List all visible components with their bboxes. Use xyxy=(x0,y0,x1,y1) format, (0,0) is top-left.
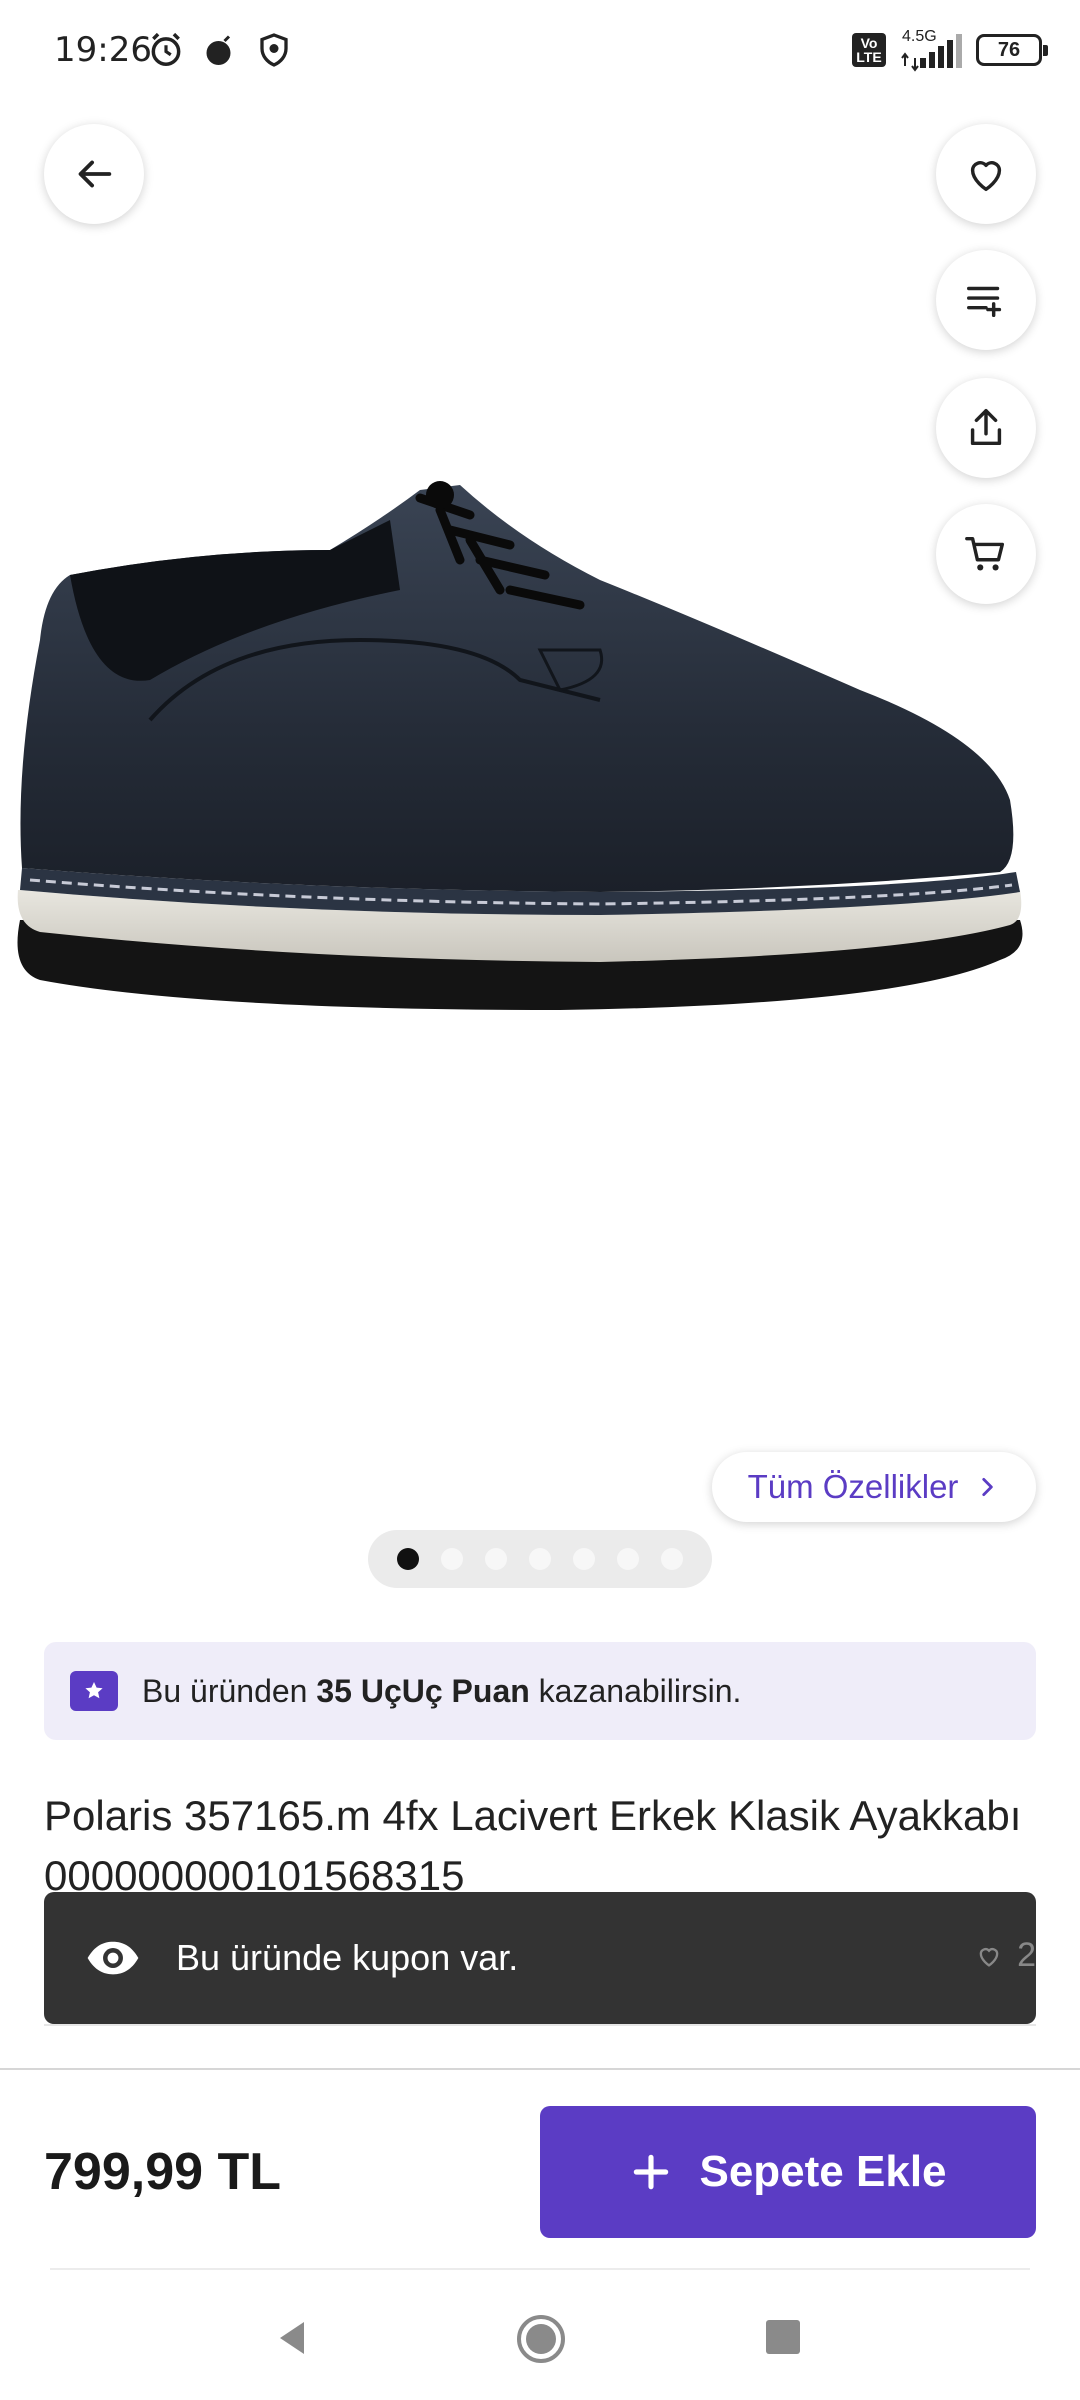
favorite-count: 2 xyxy=(975,1936,1036,1975)
add-to-list-button[interactable] xyxy=(936,250,1036,350)
points-suffix: kazanabilirsin. xyxy=(538,1672,742,1709)
all-features-button[interactable]: Tüm Özellikler xyxy=(712,1452,1036,1522)
system-navigation-bar xyxy=(0,2272,1080,2400)
product-image[interactable] xyxy=(0,120,1080,1420)
heart-icon xyxy=(979,1947,999,1967)
volte-badge: Vo LTE xyxy=(852,33,886,67)
points-highlight: 35 UçUç Puan xyxy=(316,1672,530,1709)
eye-icon xyxy=(87,1941,139,1975)
share-icon xyxy=(970,409,1002,446)
signal-icon: 4.5G xyxy=(896,28,966,72)
heart-icon xyxy=(970,161,1002,192)
product-detail-page: 19:26 Vo LTE 4.5G 76 Tüm Özellikler Bu ü… xyxy=(0,0,1080,2400)
points-prefix: Bu üründen xyxy=(142,1672,308,1709)
playlist-add-icon xyxy=(967,286,1002,318)
toast-message: Bu üründe kupon var. xyxy=(176,1937,519,1978)
pagination-dot[interactable] xyxy=(573,1548,595,1570)
favorite-button[interactable] xyxy=(936,124,1036,224)
star-badge-icon xyxy=(70,1671,118,1711)
image-pagination[interactable] xyxy=(368,1530,712,1588)
pagination-dot[interactable] xyxy=(441,1548,463,1570)
share-button[interactable] xyxy=(936,378,1036,478)
arrow-left-icon xyxy=(78,160,112,188)
nav-back-button[interactable] xyxy=(272,2318,312,2358)
purchase-bar: 799,99 TL Sepete Ekle xyxy=(0,2068,1080,2268)
status-notification-icons xyxy=(146,30,294,70)
status-system-icons: Vo LTE 4.5G 76 xyxy=(852,28,1048,72)
product-title: Polaris 357165.m 4fx Lacivert Erkek Klas… xyxy=(44,1792,1022,1899)
add-to-cart-label: Sepete Ekle xyxy=(699,2147,947,2196)
pagination-dot[interactable] xyxy=(661,1548,683,1570)
cart-icon xyxy=(965,536,1005,571)
coupon-toast[interactable]: Bu üründe kupon var. 2 xyxy=(44,1892,1036,2024)
nav-recents-button[interactable] xyxy=(766,2320,800,2354)
divider xyxy=(50,2268,1030,2270)
shield-app-icon xyxy=(254,30,294,70)
alarm-icon xyxy=(146,30,186,70)
cart-button[interactable] xyxy=(936,504,1036,604)
status-bar: 19:26 Vo LTE 4.5G 76 xyxy=(0,0,1080,104)
plus-icon xyxy=(634,2154,669,2190)
chevron-right-icon xyxy=(982,1478,994,1496)
divider xyxy=(44,2024,1036,2026)
back-button[interactable] xyxy=(44,124,144,224)
pagination-dot[interactable] xyxy=(529,1548,551,1570)
pagination-dot[interactable] xyxy=(397,1548,419,1570)
points-banner: Bu üründen 35 UçUç Puan kazanabilirsin. xyxy=(44,1642,1036,1740)
all-features-label: Tüm Özellikler xyxy=(747,1468,959,1505)
product-price: 799,99 TL xyxy=(44,2143,282,2201)
status-time: 19:26 xyxy=(54,30,152,70)
favorite-count-value: 2 xyxy=(1017,1936,1036,1974)
bomb-app-icon xyxy=(200,30,240,70)
nav-home-button[interactable] xyxy=(516,2314,566,2364)
battery-indicator: 76 xyxy=(976,34,1048,66)
add-to-cart-button[interactable]: Sepete Ekle xyxy=(540,2106,1036,2238)
pagination-dot[interactable] xyxy=(617,1548,639,1570)
pagination-dot[interactable] xyxy=(485,1548,507,1570)
